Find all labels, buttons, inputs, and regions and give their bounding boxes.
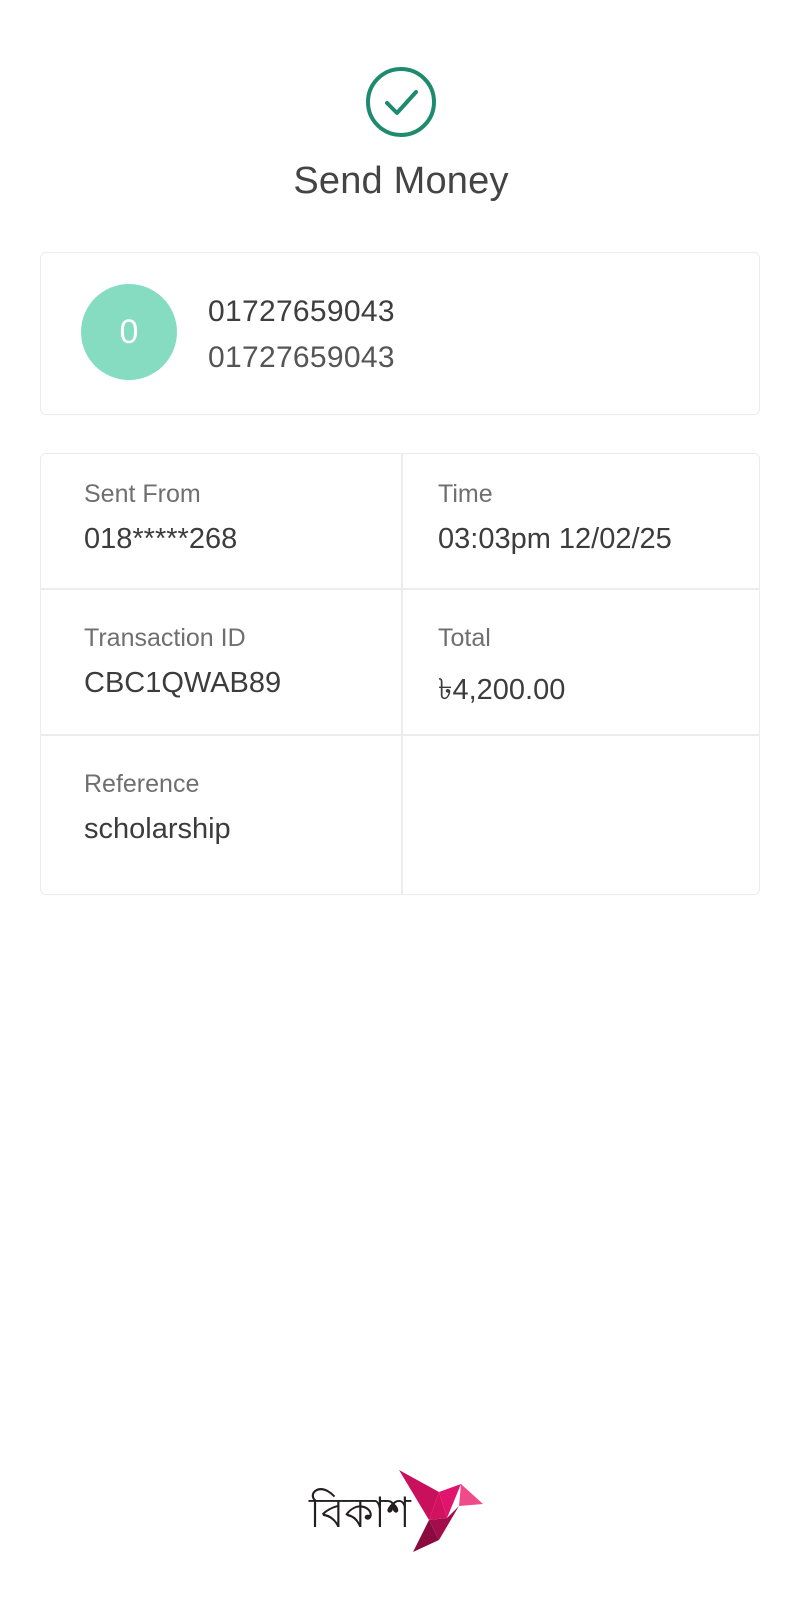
- recipient-name: 01727659043: [208, 295, 395, 328]
- transaction-id-value: CBC1QWAB89: [84, 667, 282, 699]
- row-divider: [41, 734, 759, 736]
- total-cell: Total ৳4,200.00: [438, 624, 768, 716]
- sent-from-cell: Sent From 018*****268: [84, 480, 414, 556]
- time-value: 03:03pm 12/02/25: [438, 523, 672, 555]
- avatar: 0: [81, 284, 177, 380]
- time-label: Time: [438, 480, 493, 508]
- row-divider: [41, 588, 759, 590]
- bird-logo-icon: [399, 1470, 483, 1552]
- recipient-card: 0 01727659043 01727659043: [40, 252, 760, 415]
- bkash-logo: বিকাশ: [309, 1470, 491, 1554]
- transaction-id-label: Transaction ID: [84, 624, 246, 652]
- page-title: Send Money: [293, 160, 509, 202]
- time-cell: Time 03:03pm 12/02/25: [438, 480, 768, 556]
- reference-cell: Reference scholarship: [84, 770, 414, 846]
- reference-value: scholarship: [84, 813, 231, 845]
- recipient-number: 01727659043: [208, 341, 395, 374]
- sent-from-label: Sent From: [84, 480, 201, 508]
- transaction-id-cell: Transaction ID CBC1QWAB89: [84, 624, 414, 700]
- total-label: Total: [438, 624, 491, 652]
- total-value: ৳4,200.00: [438, 674, 566, 706]
- bkash-logo-text: বিকাশ: [309, 1488, 411, 1537]
- checkmark-circle-icon: [366, 67, 436, 137]
- sent-from-value: 018*****268: [84, 523, 238, 555]
- reference-label: Reference: [84, 770, 200, 798]
- transaction-details-card: Sent From 018*****268 Time 03:03pm 12/02…: [40, 453, 760, 895]
